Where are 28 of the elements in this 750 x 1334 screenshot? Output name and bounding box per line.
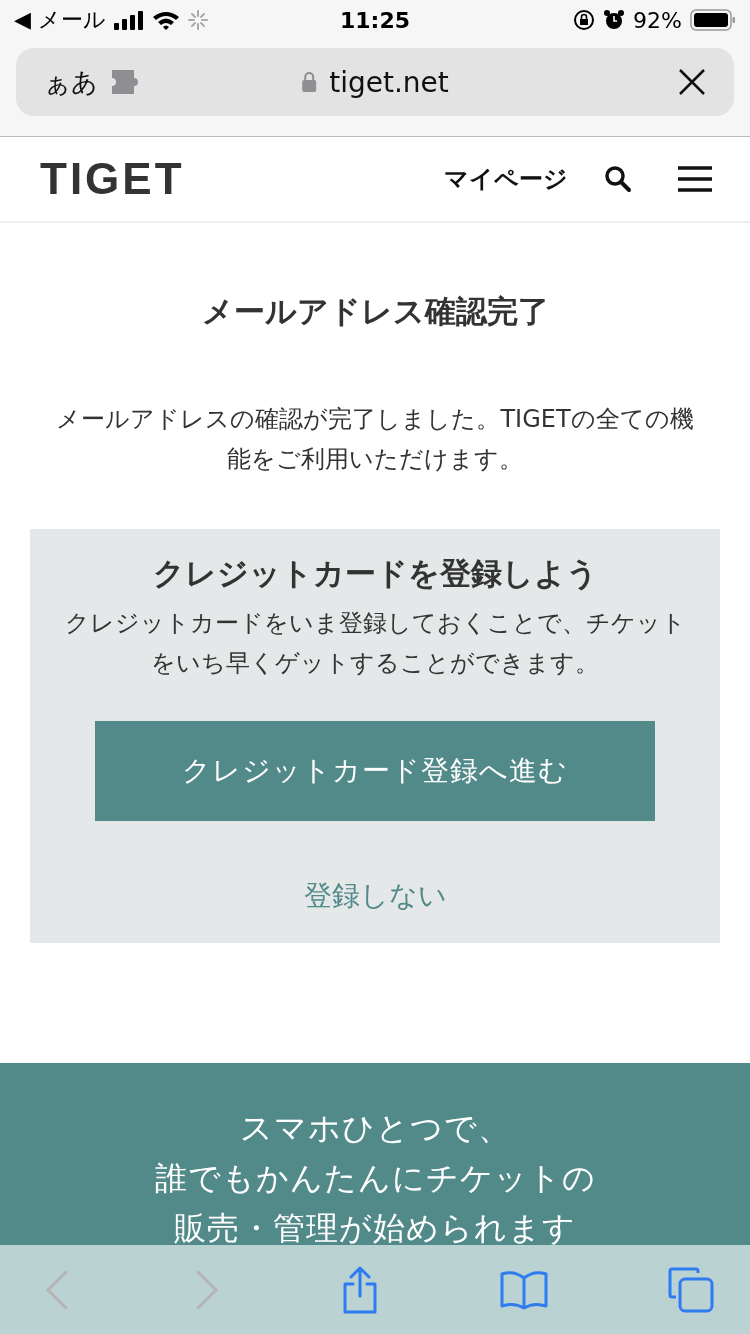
bookmarks-icon[interactable] <box>500 1269 548 1310</box>
tabs-icon[interactable] <box>668 1266 714 1313</box>
register-card-button[interactable]: クレジットカード登録へ進む <box>95 721 655 821</box>
clock-time: 11:25 <box>340 7 410 33</box>
url-text: tiget.net <box>329 65 449 99</box>
card-text: クレジットカードをいま登録しておくことで、チケットをいち早くゲットすることができます。 <box>63 608 687 679</box>
confirmation-message: メールアドレスの確認が完了しました。TIGETの全ての機能をご利用いただけます。 <box>55 404 695 475</box>
alarm-icon <box>603 9 626 31</box>
signal-icon <box>113 10 144 30</box>
logo[interactable]: TIGET <box>40 154 185 204</box>
rotation-lock-icon <box>573 9 596 31</box>
wifi-icon <box>151 10 180 30</box>
battery-percent: 92% <box>633 7 682 33</box>
promo-text: 販売・管理が始められます <box>174 1208 576 1249</box>
promo-text: 誰でもかんたんにチケットの <box>154 1158 596 1199</box>
battery-icon <box>690 9 736 31</box>
card-title: クレジットカードを登録しよう <box>152 554 598 593</box>
close-icon[interactable] <box>678 68 706 96</box>
back-to-app-link[interactable]: ◀ メール <box>14 5 106 35</box>
search-icon[interactable] <box>604 165 632 193</box>
loading-icon <box>187 10 208 30</box>
promo-text: スマホひとつで、 <box>239 1108 511 1149</box>
address-bar[interactable]: ぁあ tiget.net <box>16 48 734 116</box>
text-size-button[interactable]: ぁあ <box>44 64 98 100</box>
page-title: メールアドレス確認完了 <box>200 292 550 331</box>
mypage-link[interactable]: マイページ <box>444 163 568 195</box>
menu-icon[interactable] <box>678 166 712 192</box>
lock-icon <box>301 71 318 93</box>
